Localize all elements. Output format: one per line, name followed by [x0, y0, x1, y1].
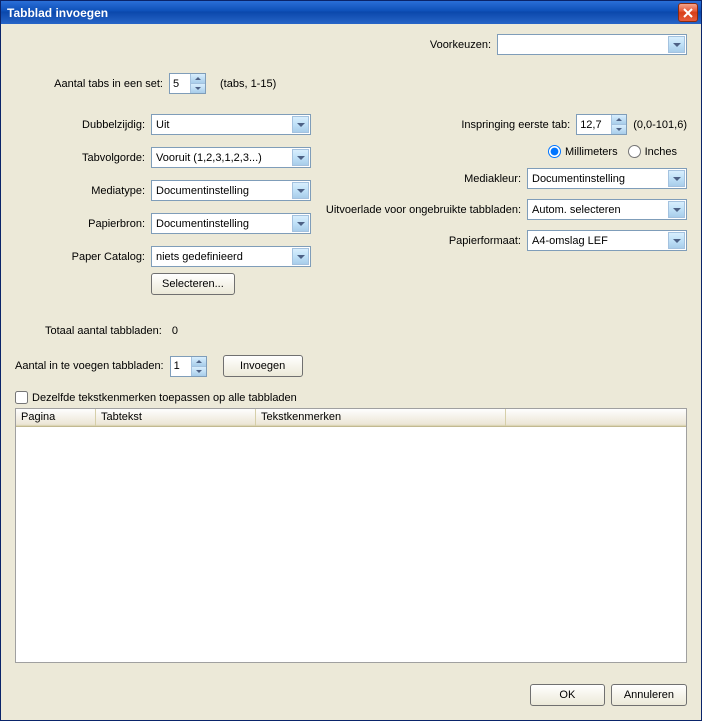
close-button[interactable] — [678, 3, 698, 22]
uitvoerlade-value: Autom. selecteren — [532, 204, 621, 216]
chevron-down-icon — [292, 182, 309, 199]
units-mm-label: Millimeters — [565, 146, 618, 158]
papierbron-dropdown[interactable]: Documentinstelling — [151, 213, 311, 234]
chevron-down-icon — [292, 116, 309, 133]
insert-count-stepper[interactable] — [170, 356, 207, 377]
table-body — [16, 427, 686, 662]
chevron-down-icon — [668, 36, 685, 53]
titlebar: Tabblad invoegen — [1, 1, 701, 24]
spin-down-icon[interactable] — [191, 367, 206, 376]
units-in-input[interactable] — [628, 145, 641, 158]
total-tabs-label: Totaal aantal tabbladen: — [45, 325, 162, 337]
papierformaat-label: Papierformaat: — [449, 235, 521, 247]
mediakleur-label: Mediakleur: — [464, 173, 521, 185]
units-in-label: Inches — [645, 146, 677, 158]
content-area: Voorkeuzen: Aantal tabs in een set: (tab… — [1, 24, 701, 720]
presets-label: Voorkeuzen: — [430, 39, 491, 51]
selecteren-button[interactable]: Selecteren... — [151, 273, 235, 295]
mediakleur-value: Documentinstelling — [532, 173, 625, 185]
tabs-in-set-input[interactable] — [170, 74, 190, 93]
tabvolgorde-label: Tabvolgorde: — [15, 152, 145, 164]
spin-up-icon[interactable] — [191, 357, 206, 367]
mediatype-value: Documentinstelling — [156, 185, 249, 197]
spin-up-icon[interactable] — [190, 74, 205, 84]
col-tekstkenmerken[interactable]: Tekstkenmerken — [256, 409, 506, 426]
chevron-down-icon — [668, 232, 685, 249]
papercatalog-dropdown[interactable]: niets gedefinieerd — [151, 246, 311, 267]
uitvoerlade-dropdown[interactable]: Autom. selecteren — [527, 199, 687, 220]
chevron-down-icon — [292, 215, 309, 232]
inspringing-hint: (0,0-101,6) — [633, 119, 687, 131]
tabvolgorde-dropdown[interactable]: Vooruit (1,2,3,1,2,3...) — [151, 147, 311, 168]
chevron-down-icon — [668, 170, 685, 187]
insert-count-input[interactable] — [171, 357, 191, 376]
spin-up-icon[interactable] — [611, 115, 626, 125]
units-mm-input[interactable] — [548, 145, 561, 158]
mediatype-dropdown[interactable]: Documentinstelling — [151, 180, 311, 201]
papercatalog-label: Paper Catalog: — [15, 251, 145, 263]
tabs-table: Pagina Tabtekst Tekstkenmerken — [15, 408, 687, 663]
tabs-in-set-hint: (tabs, 1-15) — [220, 78, 276, 90]
papercatalog-value: niets gedefinieerd — [156, 251, 243, 263]
chevron-down-icon — [668, 201, 685, 218]
spin-down-icon[interactable] — [611, 125, 626, 134]
dialog-window: Tabblad invoegen Voorkeuzen: Aantal tabs… — [0, 0, 702, 721]
units-mm-radio[interactable]: Millimeters — [548, 145, 618, 158]
uitvoerlade-label: Uitvoerlade voor ongebruikte tabbladen: — [326, 204, 521, 216]
ok-button[interactable]: OK — [530, 684, 605, 706]
inspringing-stepper[interactable] — [576, 114, 627, 135]
invoegen-button[interactable]: Invoegen — [223, 355, 303, 377]
inspringing-label: Inspringing eerste tab: — [461, 119, 570, 131]
mediatype-label: Mediatype: — [15, 185, 145, 197]
table-header: Pagina Tabtekst Tekstkenmerken — [16, 409, 686, 427]
col-tabtekst[interactable]: Tabtekst — [96, 409, 256, 426]
tabs-in-set-stepper[interactable] — [169, 73, 206, 94]
papierbron-value: Documentinstelling — [156, 218, 249, 230]
window-title: Tabblad invoegen — [7, 6, 108, 20]
total-tabs-value: 0 — [172, 325, 178, 337]
apply-all-label: Dezelfde tekstkenmerken toepassen op all… — [32, 392, 297, 404]
dubbelzijdig-dropdown[interactable]: Uit — [151, 114, 311, 135]
dubbelzijdig-label: Dubbelzijdig: — [15, 119, 145, 131]
presets-dropdown[interactable] — [497, 34, 687, 55]
papierbron-label: Papierbron: — [15, 218, 145, 230]
cancel-button[interactable]: Annuleren — [611, 684, 687, 706]
units-in-radio[interactable]: Inches — [628, 145, 677, 158]
dialog-footer: OK Annuleren — [530, 684, 687, 706]
chevron-down-icon — [292, 248, 309, 265]
inspringing-input[interactable] — [577, 115, 611, 134]
col-blank — [506, 409, 686, 426]
chevron-down-icon — [292, 149, 309, 166]
col-pagina[interactable]: Pagina — [16, 409, 96, 426]
insert-count-label: Aantal in te voegen tabbladen: — [15, 360, 164, 372]
spin-down-icon[interactable] — [190, 84, 205, 93]
dubbelzijdig-value: Uit — [156, 119, 169, 131]
mediakleur-dropdown[interactable]: Documentinstelling — [527, 168, 687, 189]
papierformaat-dropdown[interactable]: A4-omslag LEF — [527, 230, 687, 251]
tabs-in-set-label: Aantal tabs in een set: — [15, 78, 163, 90]
apply-all-input[interactable] — [15, 391, 28, 404]
papierformaat-value: A4-omslag LEF — [532, 235, 608, 247]
tabvolgorde-value: Vooruit (1,2,3,1,2,3...) — [156, 152, 262, 164]
apply-all-checkbox[interactable]: Dezelfde tekstkenmerken toepassen op all… — [15, 391, 677, 404]
